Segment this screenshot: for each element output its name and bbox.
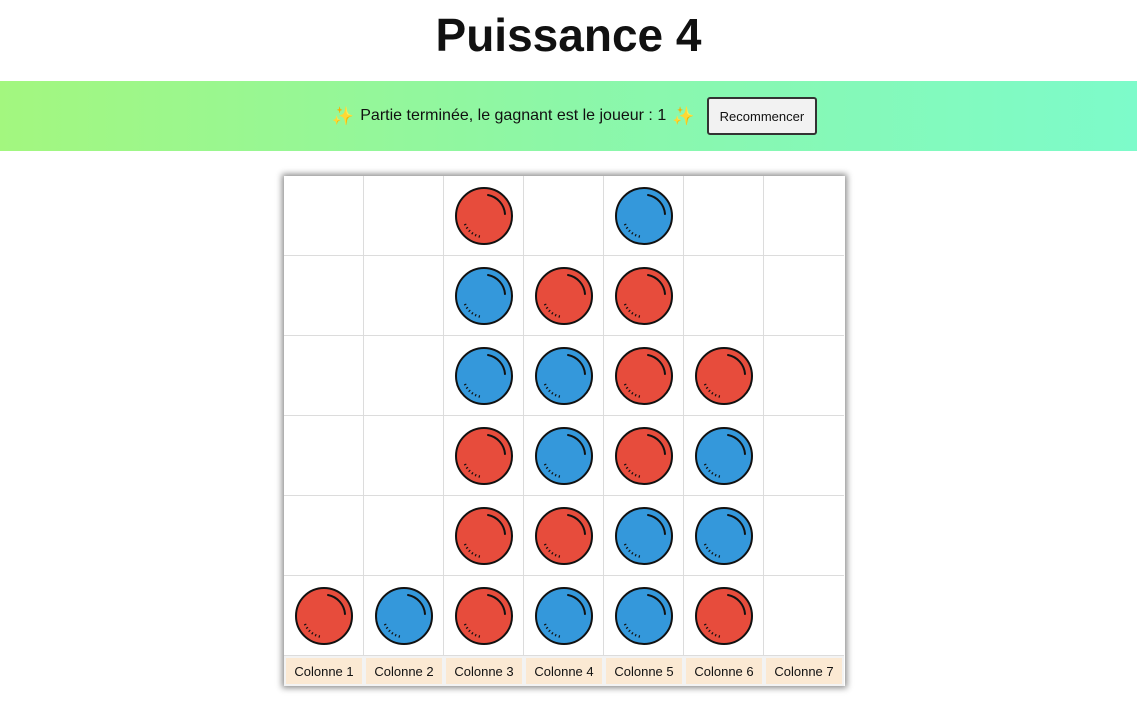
board-cell xyxy=(524,576,604,656)
blue-token xyxy=(694,506,754,566)
board-cell xyxy=(764,176,844,256)
board-cell xyxy=(444,336,524,416)
board-cell xyxy=(604,576,684,656)
red-token xyxy=(454,586,514,646)
board-cell xyxy=(444,576,524,656)
board-cell xyxy=(364,336,444,416)
red-token xyxy=(454,186,514,246)
game-status: ✨ Partie terminée, le gagnant est le jou… xyxy=(332,106,695,127)
blue-token xyxy=(534,586,594,646)
board-cell xyxy=(764,576,844,656)
red-token xyxy=(694,346,754,406)
blue-token xyxy=(614,506,674,566)
board-cell xyxy=(284,496,364,576)
red-token xyxy=(454,426,514,486)
page-title: Puissance 4 xyxy=(435,9,702,61)
status-message: Partie terminée, le gagnant est le joueu… xyxy=(360,107,667,124)
sparkle-icon: ✨ xyxy=(331,105,355,126)
column-button-6[interactable]: Colonne 6 xyxy=(684,656,764,686)
blue-token xyxy=(534,426,594,486)
red-token xyxy=(534,506,594,566)
board-cell xyxy=(284,176,364,256)
board-cell xyxy=(604,256,684,336)
board-cell xyxy=(364,256,444,336)
board-cell xyxy=(604,416,684,496)
board-cell xyxy=(764,336,844,416)
red-token xyxy=(294,586,354,646)
blue-token xyxy=(454,266,514,326)
board-cell xyxy=(524,416,604,496)
board-cell xyxy=(604,176,684,256)
board-cell xyxy=(684,256,764,336)
board-cell xyxy=(764,496,844,576)
blue-token xyxy=(454,346,514,406)
red-token xyxy=(614,426,674,486)
column-button-2[interactable]: Colonne 2 xyxy=(364,656,444,686)
blue-token xyxy=(374,586,434,646)
board-cell xyxy=(684,416,764,496)
column-button-4[interactable]: Colonne 4 xyxy=(524,656,604,686)
column-button-5[interactable]: Colonne 5 xyxy=(604,656,684,686)
board-cell xyxy=(604,336,684,416)
board-cell xyxy=(524,256,604,336)
board-cell xyxy=(284,416,364,496)
board-cell xyxy=(524,496,604,576)
blue-token xyxy=(534,346,594,406)
sparkle-icon: ✨ xyxy=(672,105,695,126)
blue-token xyxy=(614,186,674,246)
red-token xyxy=(614,266,674,326)
restart-button[interactable]: Recommencer xyxy=(706,97,818,135)
column-button-3[interactable]: Colonne 3 xyxy=(444,656,524,686)
blue-token xyxy=(614,586,674,646)
board-cell xyxy=(444,256,524,336)
board-cell xyxy=(684,496,764,576)
board-cell xyxy=(444,416,524,496)
board-cell xyxy=(284,256,364,336)
status-banner: ✨ Partie terminée, le gagnant est le jou… xyxy=(0,81,1137,151)
column-button-7[interactable]: Colonne 7 xyxy=(764,656,844,686)
board-cell xyxy=(764,416,844,496)
board-grid xyxy=(284,176,845,656)
board-cell xyxy=(284,336,364,416)
board-cell xyxy=(684,576,764,656)
board-cell xyxy=(444,496,524,576)
red-token xyxy=(454,506,514,566)
board-cell xyxy=(764,256,844,336)
board-cell xyxy=(684,176,764,256)
board-cell xyxy=(524,336,604,416)
board-cell xyxy=(684,336,764,416)
red-token xyxy=(534,266,594,326)
board-cell xyxy=(364,576,444,656)
board-cell xyxy=(364,416,444,496)
board-cell xyxy=(524,176,604,256)
board-cell xyxy=(364,176,444,256)
board-cell xyxy=(604,496,684,576)
game-board: Colonne 1 Colonne 2 Colonne 3 Colonne 4 Colo… xyxy=(284,176,845,686)
blue-token xyxy=(694,426,754,486)
board-cell xyxy=(284,576,364,656)
column-button-1[interactable]: Colonne 1 xyxy=(284,656,364,686)
board-cell xyxy=(364,496,444,576)
red-token xyxy=(614,346,674,406)
red-token xyxy=(694,586,754,646)
column-buttons: Colonne 1 Colonne 2 Colonne 3 Colonne 4 Colo… xyxy=(284,656,845,686)
board-cell xyxy=(444,176,524,256)
